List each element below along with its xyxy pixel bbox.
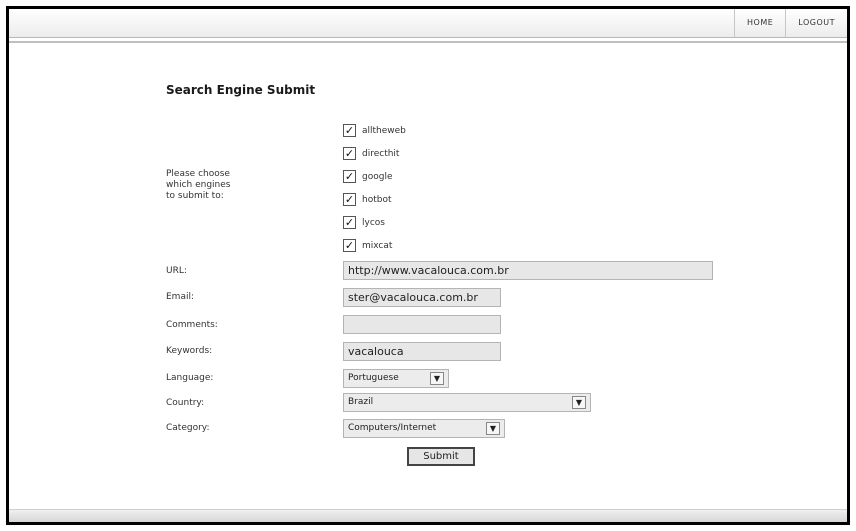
- engine-option-hotbot: ✓ hotbot: [343, 188, 406, 211]
- engine-option-lycos: ✓ lycos: [343, 211, 406, 234]
- engines-label-line: Please choose: [166, 169, 230, 179]
- engine-name: hotbot: [362, 194, 392, 205]
- chevron-down-icon[interactable]: ▼: [430, 372, 444, 385]
- category-select[interactable]: Computers/Internet ▼: [343, 419, 505, 438]
- language-label: Language:: [166, 373, 214, 383]
- comments-label: Comments:: [166, 320, 218, 330]
- top-nav-bar: HOME LOGOUT: [9, 9, 847, 38]
- engine-name: mixcat: [362, 240, 393, 251]
- comments-input[interactable]: [343, 315, 501, 334]
- bottom-bar: [9, 509, 847, 522]
- chevron-down-icon[interactable]: ▼: [572, 396, 586, 409]
- engine-option-alltheweb: ✓ alltheweb: [343, 119, 406, 142]
- engine-option-directhit: ✓ directhit: [343, 142, 406, 165]
- engine-checkbox-list: ✓ alltheweb ✓ directhit ✓ google ✓ hotbo…: [343, 119, 406, 257]
- nav-menu: HOME LOGOUT: [734, 9, 847, 37]
- engine-name: google: [362, 171, 393, 182]
- country-selected-value: Brazil: [348, 397, 374, 407]
- email-input[interactable]: ster@vacalouca.com.br: [343, 288, 501, 307]
- category-selected-value: Computers/Internet: [348, 423, 437, 433]
- hotbot-checkbox[interactable]: ✓: [343, 193, 356, 206]
- app-window: HOME LOGOUT Search Engine Submit Please …: [6, 6, 850, 525]
- google-checkbox[interactable]: ✓: [343, 170, 356, 183]
- directhit-checkbox[interactable]: ✓: [343, 147, 356, 160]
- language-selected-value: Portuguese: [348, 373, 399, 383]
- alltheweb-checkbox[interactable]: ✓: [343, 124, 356, 137]
- engine-option-mixcat: ✓ mixcat: [343, 234, 406, 257]
- header-divider: [9, 41, 847, 43]
- keywords-label: Keywords:: [166, 346, 213, 356]
- mixcat-checkbox[interactable]: ✓: [343, 239, 356, 252]
- engines-label-line: to submit to:: [166, 191, 224, 201]
- lycos-checkbox[interactable]: ✓: [343, 216, 356, 229]
- language-select[interactable]: Portuguese ▼: [343, 369, 449, 388]
- country-select[interactable]: Brazil ▼: [343, 393, 591, 412]
- submit-button[interactable]: Submit: [407, 447, 475, 466]
- engines-label-line: which engines: [166, 180, 231, 190]
- engine-option-google: ✓ google: [343, 165, 406, 188]
- engine-name: alltheweb: [362, 125, 406, 136]
- email-label: Email:: [166, 292, 195, 302]
- nav-home-link[interactable]: HOME: [734, 9, 785, 37]
- chevron-down-icon[interactable]: ▼: [486, 422, 500, 435]
- engines-label: Please choose which engines to submit to…: [166, 169, 286, 202]
- page-title: Search Engine Submit: [166, 83, 316, 97]
- country-label: Country:: [166, 398, 205, 408]
- category-label: Category:: [166, 423, 210, 433]
- url-input[interactable]: http://www.vacalouca.com.br: [343, 261, 713, 280]
- keywords-input[interactable]: vacalouca: [343, 342, 501, 361]
- url-label: URL:: [166, 266, 187, 276]
- nav-logout-link[interactable]: LOGOUT: [785, 9, 847, 37]
- engine-name: directhit: [362, 148, 400, 159]
- engine-name: lycos: [362, 217, 385, 228]
